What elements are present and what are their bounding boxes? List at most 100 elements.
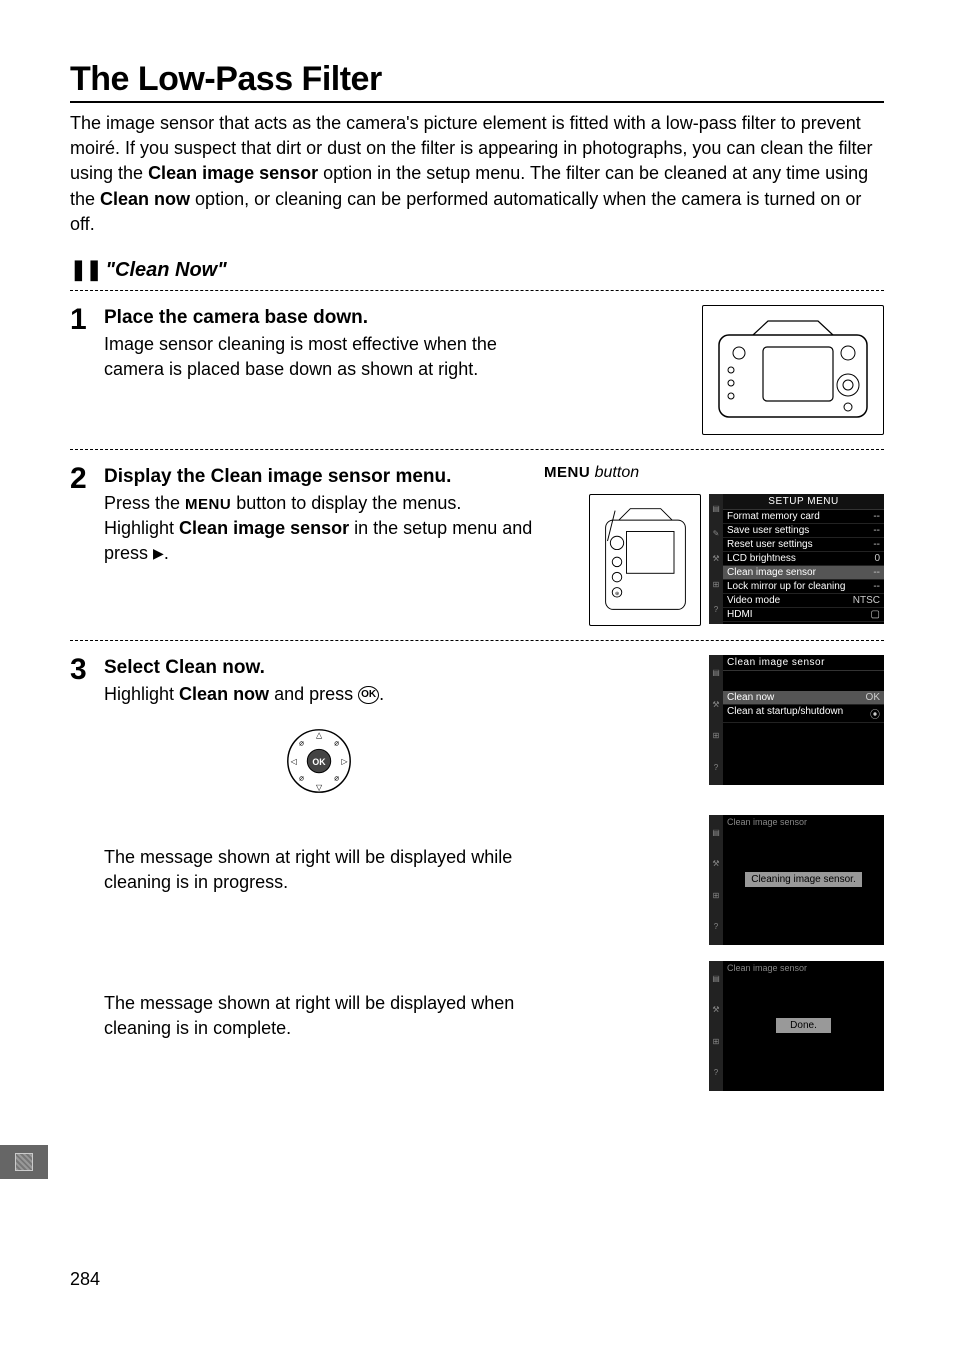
intro-paragraph: The image sensor that acts as the camera… (70, 111, 884, 237)
progress-message: Cleaning image sensor. (745, 872, 862, 887)
s3bd: . (379, 684, 384, 704)
menu-row-value: -- (873, 567, 880, 578)
step-1-title: Place the camera base down. (104, 305, 534, 332)
button-word: button (595, 464, 639, 481)
menu-row-value: NTSC (853, 595, 880, 606)
svg-text:◁: ◁ (291, 757, 298, 766)
step-2-title-b: Clean image sensor (211, 466, 391, 487)
divider (70, 290, 884, 291)
menu-row-label: Clean image sensor (727, 567, 816, 578)
clean-menu-title: Clean image sensor (723, 655, 884, 671)
setup-menu-row: Reset user settings -- (723, 538, 884, 552)
menu-row-label: Format memory card (727, 511, 820, 522)
step-2-title-c: menu. (390, 466, 451, 487)
menu-row-value: ▢ (871, 609, 880, 620)
section-tab-icon (0, 1145, 48, 1179)
done-screen-title: Clean image sensor (723, 961, 884, 975)
setup-menu-row: Video mode NTSC (723, 594, 884, 608)
tab-icon: ⊞ (713, 731, 720, 740)
s3bc: and press (269, 684, 358, 704)
cleaning-done-screen: ▤⚒⊞? Clean image sensor Done. (709, 961, 884, 1091)
step-1-body: Image sensor cleaning is most effective … (104, 332, 534, 382)
multi-selector-illustration: OK △ ▽ ◁ ▷ ⌀ ⌀ ⌀ ⌀ (279, 721, 359, 801)
menu-word: MENU (185, 496, 231, 513)
lcd-tab-strip: ▤⚒⊞? (709, 961, 723, 1091)
s3tc: . (260, 657, 265, 678)
step-3: 3 Select Clean now. Highlight Clean now … (70, 655, 884, 801)
subhead-text: "Clean Now" (106, 259, 227, 281)
step-number-3: 3 (70, 655, 104, 685)
svg-text:▽: ▽ (316, 783, 323, 792)
progress-screen-title: Clean image sensor (723, 815, 884, 829)
svg-text:OK: OK (312, 757, 326, 767)
s3bb: Clean now (179, 684, 269, 704)
step-3-follow-2: The message shown at right will be displ… (104, 991, 534, 1041)
clean-menu-row: Clean at startup/shutdown ⦿ (723, 705, 884, 723)
svg-text:▷: ▷ (341, 757, 348, 766)
subheading-clean-now: ❚❚"Clean Now" (70, 257, 884, 282)
s2ba: Press the (104, 493, 185, 513)
step-2-title-a: Display the (104, 466, 211, 487)
page-number: 284 (70, 1269, 100, 1290)
s3tb: Clean now (165, 657, 259, 678)
step-3-followups: The message shown at right will be displ… (104, 815, 884, 1091)
menu-row-value: ⦿ (870, 706, 880, 721)
setup-menu-row: LCD brightness 0 (723, 552, 884, 566)
tab-icon: ⚒ (712, 700, 719, 709)
tab-icon: ? (714, 763, 718, 772)
menu-row-label: Clean at startup/shutdown (727, 706, 843, 721)
menu-row-label: HDMI (727, 609, 753, 620)
setup-menu-screen: ▤ ✎ ⚒ ⊞ ? SETUP MENU Format memory card -… (709, 494, 884, 624)
ok-button-icon: OK (358, 686, 379, 704)
menu-row-label: LCD brightness (727, 553, 796, 564)
divider (70, 449, 884, 450)
menu-row-value: -- (873, 539, 880, 550)
right-triangle-icon: ▶ (153, 544, 164, 564)
menu-word: MENU (544, 464, 590, 481)
svg-text:⌀: ⌀ (299, 773, 304, 782)
tab-icon: ▤ (712, 668, 720, 677)
lcd-tab-strip: ▤ ⚒ ⊞ ? (709, 655, 723, 785)
clean-menu-row: Clean nowOK (723, 691, 884, 705)
lcd-tab-strip: ▤⚒⊞? (709, 815, 723, 945)
svg-text:⌀: ⌀ (334, 773, 339, 782)
s3ba: Highlight (104, 684, 179, 704)
camera-mini-icon: ⊕ (598, 500, 693, 620)
intro-bold-1: Clean image sensor (148, 163, 318, 183)
menu-row-value: -- (873, 581, 880, 592)
menu-row-value: -- (873, 511, 880, 522)
menu-row-value: 0 (874, 553, 880, 564)
s2be: . (164, 543, 169, 563)
clean-image-sensor-screen: ▤ ⚒ ⊞ ? Clean image sensor Clean nowOKCl… (709, 655, 884, 785)
s3ta: Select (104, 657, 165, 678)
svg-text:⊕: ⊕ (615, 591, 619, 597)
svg-text:△: △ (316, 730, 323, 739)
done-message: Done. (776, 1018, 831, 1033)
menu-row-label: Reset user settings (727, 539, 813, 550)
setup-menu-row: Clean image sensor -- (723, 566, 884, 580)
step-2: 2 Display the Clean image sensor menu. P… (70, 464, 884, 626)
menu-row-label: Video mode (727, 595, 780, 606)
lcd-tab-strip: ▤ ✎ ⚒ ⊞ ? (709, 494, 723, 624)
setup-menu-row: HDMI ▢ (723, 608, 884, 622)
step-2-body: Press the MENU button to display the men… (104, 491, 534, 567)
divider (70, 640, 884, 641)
setup-menu-title: SETUP MENU (723, 494, 884, 510)
step-2-title: Display the Clean image sensor menu. (104, 464, 534, 491)
setup-menu-row: Save user settings-- (723, 524, 884, 538)
camera-icon (713, 315, 873, 425)
s2bc: Clean image sensor (179, 518, 349, 538)
tab-icon: ⚒ (712, 554, 719, 563)
step-3-title: Select Clean now. (104, 655, 534, 682)
multi-selector-icon: OK △ ▽ ◁ ▷ ⌀ ⌀ ⌀ ⌀ (280, 722, 358, 800)
tab-icon: ? (714, 605, 718, 614)
step-1: 1 Place the camera base down. Image sens… (70, 305, 884, 435)
subhead-bars-icon: ❚❚ (70, 259, 102, 281)
menu-row-label: Save user settings (727, 525, 809, 536)
tab-icon: ▤ (712, 504, 720, 513)
tab-icon: ✎ (713, 529, 720, 538)
page-title: The Low-Pass Filter (70, 60, 884, 103)
menu-row-value: OK (866, 692, 880, 703)
svg-text:⌀: ⌀ (334, 738, 339, 747)
svg-text:⌀: ⌀ (299, 738, 304, 747)
